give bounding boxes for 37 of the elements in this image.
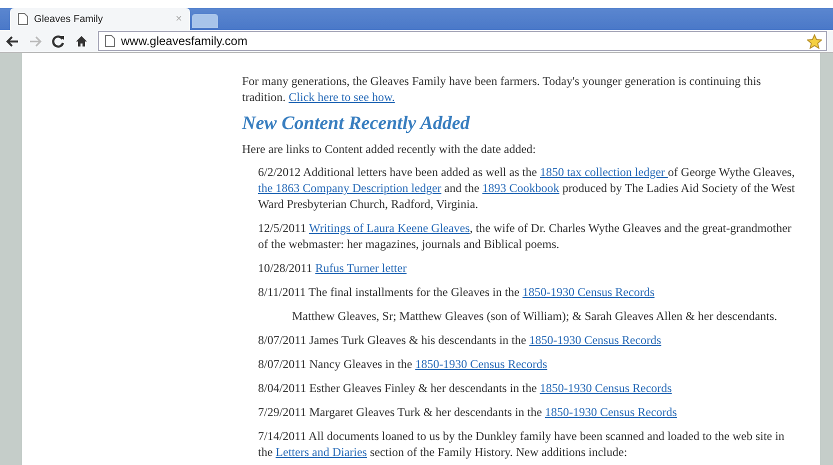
section-heading: New Content Recently Added [242, 113, 471, 135]
content-entry: 8/11/2011 The final installments for the Gleaves in the 1850-1930 Census Records [258, 284, 656, 300]
link[interactable]: Writings of Laura Keene Gleaves [309, 221, 470, 235]
link[interactable]: 1850-1930 Census Records [544, 405, 677, 419]
link[interactable]: 1850-1930 Census Records [415, 357, 548, 371]
forward-icon[interactable] [29, 36, 42, 46]
browser-tab[interactable]: Gleaves Family × [10, 8, 190, 30]
content-entry: 8/07/2011 Nancy Gleaves in the 1850-1930 Census Records [258, 356, 548, 372]
content-entry: Matthew Gleaves, Sr; Matthew Gleaves (son of William); & Sarah Gleaves Allen & her descendants. [292, 308, 778, 324]
content-entry: 7/14/2011 All documents loaned to us by the Dunkley family have been scanned and loaded to the web site in the Letters and Diaries section of the Family History. New additions include: [258, 428, 786, 460]
address-bar[interactable]: www.gleavesfamily.com [98, 31, 827, 51]
reload-icon[interactable] [52, 34, 65, 48]
link[interactable]: 1893 Cookbook [482, 181, 560, 195]
link[interactable]: the 1863 Company Description ledger [258, 181, 442, 195]
intro-paragraph: For many generations, the Gleaves Family have been farmers. Today's younger generation is continuing this tradition. Click here to see how. [242, 73, 762, 105]
link[interactable]: 1850 tax collection ledger [540, 165, 668, 179]
link[interactable]: 1850-1930 Census Records [529, 333, 662, 347]
content-entry: 12/5/2011 Writings of Laura Keene Gleaves, the wife of Dr. Charles Wythe Gleaves and the great-grandmother of the webmaster: her magazines, journals and Biblical poems. [258, 220, 792, 252]
link[interactable]: Click here to see how. [288, 90, 395, 104]
link[interactable]: Letters and Diaries [276, 445, 367, 459]
content-entry: 7/29/2011 Margaret Gleaves Turk & her descendants in the 1850-1930 Census Records [258, 404, 678, 420]
lead-text: Here are links to Content added recently with the date added: [242, 141, 537, 157]
content-entry: 8/07/2011 James Turk Gleaves & his descendants in the 1850-1930 Census Records [258, 332, 662, 348]
link[interactable]: 1850-1930 Census Records [522, 285, 654, 299]
tab-title: Gleaves Family [34, 14, 104, 24]
content-entry: 8/04/2011 Esther Gleaves Finley & her descendants in the 1850-1930 Census Records [258, 380, 673, 396]
link[interactable]: 1850-1930 Census Records [540, 381, 672, 395]
content-entry: 10/28/2011 Rufus Turner letter [258, 260, 408, 276]
scrollbar[interactable] [820, 53, 833, 465]
home-icon[interactable] [75, 34, 88, 48]
star-icon[interactable] [807, 34, 822, 48]
back-icon[interactable] [6, 36, 19, 46]
page-icon [105, 35, 115, 47]
url-text: www.gleavesfamily.com [121, 34, 248, 48]
content-entry: 6/2/2012 Additional letters have been added as well as the 1850 tax collection ledger of George Wythe Gleaves, the 1863 Company Description ledger and the 1893 Cookbook produced by The Ladies Aid Society of the West Ward Presbyterian Church, Radford, Virginia. [258, 164, 796, 212]
page-icon [18, 13, 28, 25]
link[interactable]: Rufus Turner letter [315, 261, 407, 275]
